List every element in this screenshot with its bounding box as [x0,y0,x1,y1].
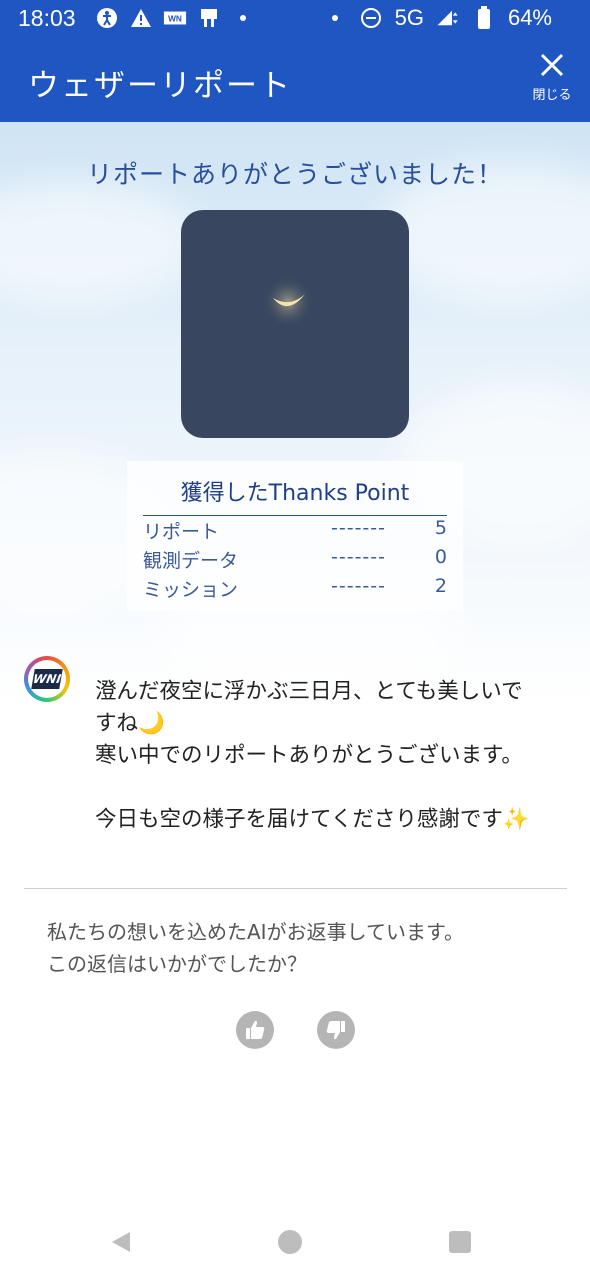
close-button[interactable]: 閉じる [526,52,578,112]
accessibility-icon [95,6,119,30]
network-type: 5G [394,5,424,30]
recents-icon[interactable] [446,1228,474,1256]
message-line: すね🌙 [95,711,165,736]
points-label: リポート [143,521,220,543]
thumbs-down-icon [326,1021,345,1040]
svg-text:WN: WN [168,14,182,24]
dot-icon [231,6,255,30]
points-label: ミッション [143,579,239,601]
ai-note: 私たちの想いを込めたAIがお返事しています。 この返信はいかがでしたか？ [47,916,464,980]
report-photo[interactable] [181,210,409,438]
status-bar: 18:03 WN 5G 64% [0,0,590,38]
message-line: 今日も空の様子を届けてくださり感謝です✨ [95,807,530,832]
thumbs-up-button[interactable] [236,1011,274,1049]
points-row-report: リポート ------- 5 [143,517,447,543]
points-dashes: ------- [331,517,386,539]
page-title: ウェザーリポート [28,68,292,104]
app-bar: ウェザーリポート 閉じる [0,38,590,122]
weathernews-icon: WN [163,6,187,30]
weathernews-logo: WNI [31,669,63,689]
system-nav-bar [0,1200,590,1279]
cast-icon [197,6,221,30]
battery-icon [472,6,496,30]
points-value: 5 [434,517,447,539]
points-title: 獲得したThanks Point [143,475,447,516]
points-value: 0 [434,546,447,568]
divider [24,888,567,889]
dnd-icon [359,6,383,30]
points-row-observation: 観測データ ------- 0 [143,546,447,572]
points-dashes: ------- [331,575,386,597]
home-icon[interactable] [276,1228,304,1256]
ai-note-line: この返信はいかがでしたか？ [47,952,307,976]
points-value: 2 [434,575,447,597]
thumbs-up-icon [246,1020,265,1039]
signal-icon [436,6,460,30]
points-row-mission: ミッション ------- 2 [143,575,447,601]
reply-message: 澄んだ夜空に浮かぶ三日月、とても美しいで すね🌙 寒い中でのリポートありがとうご… [95,676,570,836]
status-right-icons: 5G 64% [323,5,552,31]
ai-note-line: 私たちの想いを込めたAIがお返事しています。 [47,920,464,944]
thumbs-down-button[interactable] [317,1011,355,1049]
message-line: 寒い中でのリポートありがとうございます。 [95,743,523,768]
message-line: 澄んだ夜空に浮かぶ三日月、とても美しいで [95,679,523,704]
thanks-heading: リポートありがとうございました！ [86,160,503,189]
back-icon[interactable] [106,1228,134,1256]
thanks-point-card: 獲得したThanks Point リポート ------- 5 観測データ --… [127,461,463,611]
close-label: 閉じる [532,88,572,103]
points-dashes: ------- [331,546,386,568]
dot-icon [323,6,347,30]
status-left-icons: WN [95,6,255,30]
close-icon [540,53,564,77]
warning-icon [129,6,153,30]
crescent-moon-image [262,276,314,328]
points-label: 観測データ [143,550,239,572]
status-time: 18:03 [18,5,76,31]
battery-level: 64% [507,5,552,30]
avatar: WNI [24,656,70,702]
